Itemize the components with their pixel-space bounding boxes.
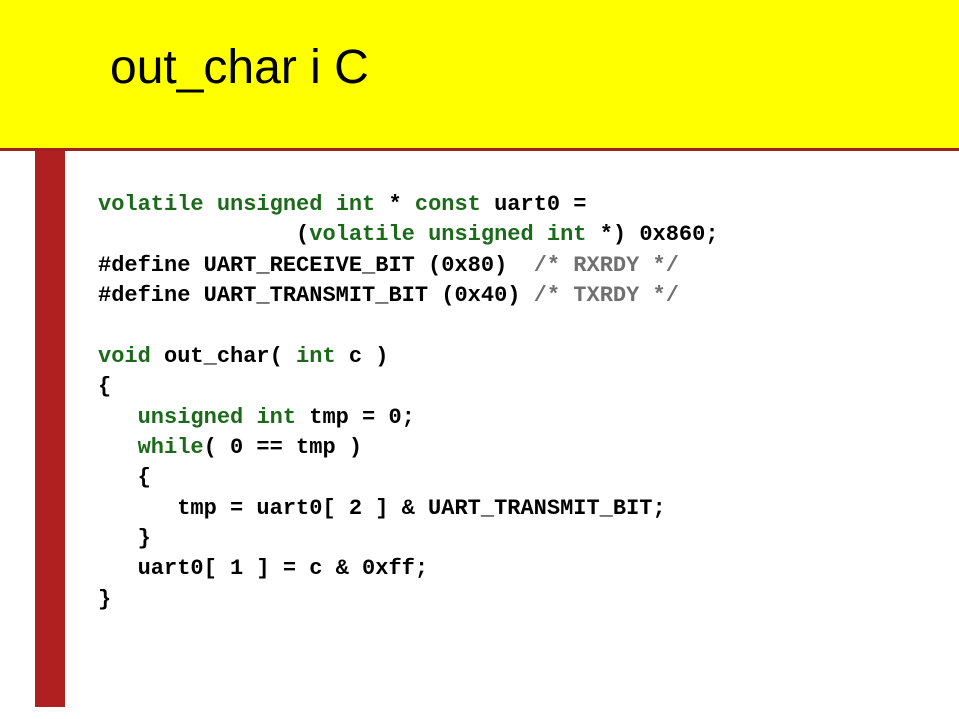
pp-define: #define bbox=[98, 283, 190, 308]
kw-volatile: volatile bbox=[309, 222, 415, 247]
code-pad bbox=[98, 405, 138, 430]
left-red-bar bbox=[35, 151, 65, 707]
code-text: } bbox=[98, 526, 151, 551]
kw-void: void bbox=[98, 344, 151, 369]
code-text: out_char( bbox=[151, 344, 296, 369]
code-text: ( bbox=[296, 222, 309, 247]
code-text: } bbox=[98, 587, 111, 612]
code-text: uart0[ 1 ] = c & 0xff; bbox=[98, 556, 428, 581]
code-text: tmp = uart0[ 2 ] & UART_TRANSMIT_BIT; bbox=[98, 496, 666, 521]
code-text: ( 0 == tmp ) bbox=[204, 435, 362, 460]
kw-unsigned: unsigned bbox=[217, 192, 323, 217]
kw-int: int bbox=[547, 222, 587, 247]
kw-const: const bbox=[415, 192, 481, 217]
code-text: c ) bbox=[336, 344, 389, 369]
kw-volatile: volatile bbox=[98, 192, 204, 217]
comment: /* RXRDY */ bbox=[534, 253, 679, 278]
code-block: volatile unsigned int * const uart0 = (v… bbox=[98, 190, 719, 615]
code-text: UART_TRANSMIT_BIT (0x40) bbox=[190, 283, 533, 308]
code-text: UART_RECEIVE_BIT (0x80) bbox=[190, 253, 533, 278]
code-text: tmp = 0; bbox=[296, 405, 415, 430]
kw-int: int bbox=[296, 344, 336, 369]
code-pad bbox=[98, 222, 296, 247]
code-pad bbox=[98, 435, 138, 460]
code-text: *) 0x860; bbox=[587, 222, 719, 247]
pp-define: #define bbox=[98, 253, 190, 278]
kw-unsigned: unsigned bbox=[428, 222, 534, 247]
slide-title: out_char i C bbox=[110, 40, 369, 95]
code-text: { bbox=[98, 374, 111, 399]
code-text: uart0 = bbox=[481, 192, 587, 217]
kw-while: while bbox=[138, 435, 204, 460]
kw-unsigned: unsigned bbox=[138, 405, 244, 430]
kw-int: int bbox=[256, 405, 296, 430]
code-text: { bbox=[98, 465, 151, 490]
comment: /* TXRDY */ bbox=[534, 283, 679, 308]
kw-int: int bbox=[336, 192, 376, 217]
